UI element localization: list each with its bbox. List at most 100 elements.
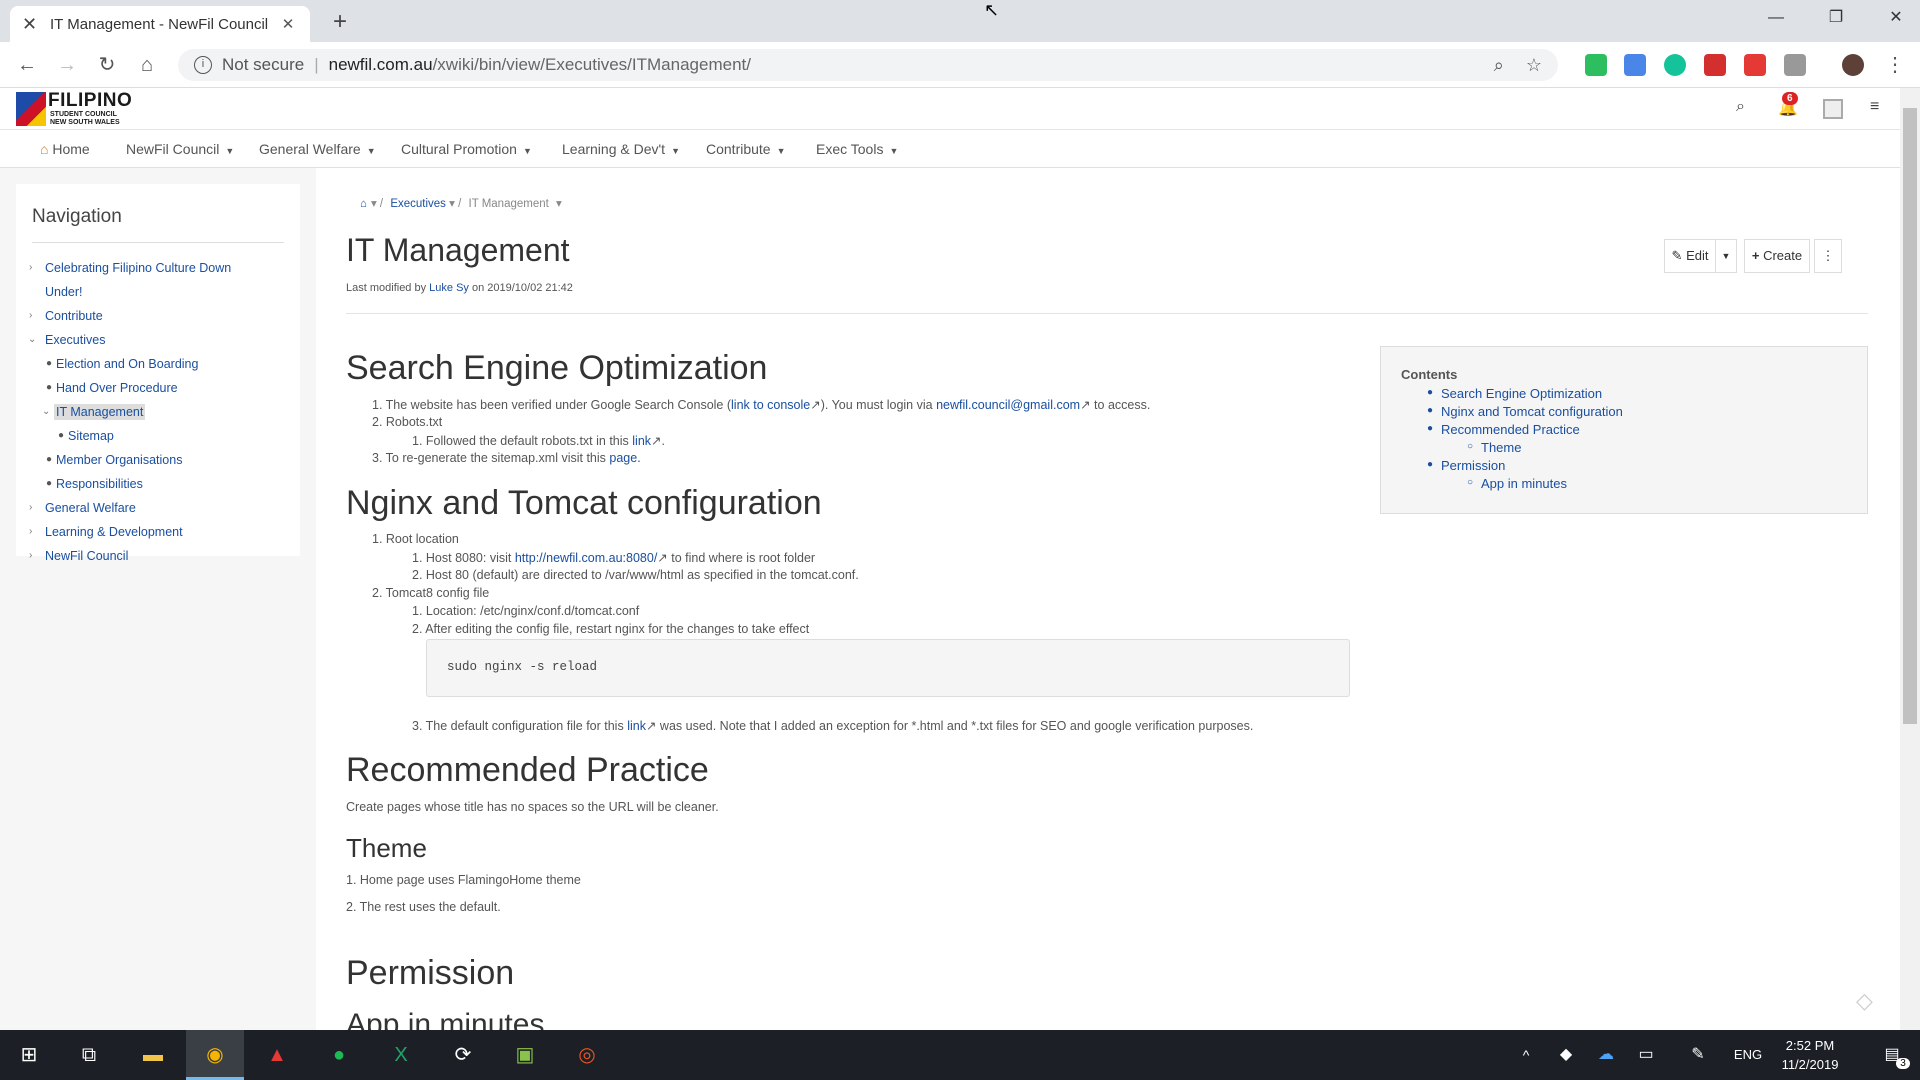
sitemap-page-link[interactable]: page. <box>609 451 640 465</box>
close-window-button[interactable]: ✕ <box>1866 0 1920 36</box>
tree-item-learning[interactable]: › Learning & Development <box>29 524 183 540</box>
nav-contribute[interactable]: Contribute ▼ <box>706 141 786 157</box>
create-button[interactable]: + Create <box>1744 239 1810 273</box>
hamburger-menu-icon[interactable]: ≡ <box>1870 98 1879 116</box>
scrollbar-thumb[interactable] <box>1903 108 1917 724</box>
link-to-console[interactable]: link to console <box>731 398 810 412</box>
pdf-extension-icon[interactable] <box>1744 54 1766 76</box>
home-icon[interactable]: ⌂ <box>360 198 367 210</box>
search-icon[interactable]: ⌕ <box>1736 98 1745 116</box>
info-icon[interactable]: i <box>194 56 212 74</box>
nav-home[interactable]: ⌂ Home <box>40 141 90 157</box>
action-center-icon[interactable]: ▤ <box>1870 1030 1914 1080</box>
edit-dropdown-button[interactable]: ▼ <box>1715 239 1737 273</box>
tree-item-it-management[interactable]: ⌄ IT Management <box>32 404 146 420</box>
tree-item-newfil-council[interactable]: › NewFil Council <box>29 548 128 564</box>
toc-item-seo[interactable]: ● Search Engine Optimization <box>1427 386 1602 401</box>
nav-general-welfare[interactable]: General Welfare ▼ <box>259 141 376 157</box>
task-view-icon[interactable]: ⧉ <box>60 1030 118 1080</box>
minimize-button[interactable]: — <box>1746 0 1806 36</box>
more-vertical-icon: ⋮ <box>1821 248 1835 263</box>
more-actions-button[interactable]: ⋮ <box>1814 239 1842 273</box>
navigation-panel: Navigation › Celebrating Filipino Culture… <box>16 184 300 563</box>
address-bar[interactable]: i Not secure | newfil.com.au /xwiki/bin/… <box>178 49 1558 81</box>
new-tab-button[interactable]: + <box>326 8 354 36</box>
toc-item-permission[interactable]: ● Permission <box>1427 458 1505 473</box>
ubuntu-icon[interactable]: ◎ <box>558 1030 616 1080</box>
host-8080-link[interactable]: http://newfil.com.au:8080/ <box>515 551 657 565</box>
tray-chevron-icon[interactable]: ^ <box>1508 1030 1544 1080</box>
chrome-icon[interactable]: ◉ <box>186 1030 244 1080</box>
nginx-line-2b: 2. After editing the config file, restar… <box>412 622 810 636</box>
logo-title: FILIPINO <box>48 90 133 111</box>
chevron-right-icon: › <box>29 550 33 561</box>
zoom-icon[interactable]: ⌕ <box>1494 55 1504 76</box>
chevron-down-icon: ⌄ <box>28 334 37 345</box>
heading-app-in-minutes: App in minutes <box>346 1008 545 1030</box>
file-explorer-icon[interactable]: ▬ <box>124 1030 182 1080</box>
tree-item-general-welfare[interactable]: › General Welfare <box>29 500 136 516</box>
browser-titlebar: ✕ IT Management - NewFil Council ✕ + — ❐… <box>0 0 1920 42</box>
acrobat-icon[interactable]: ▲ <box>248 1030 306 1080</box>
onedrive-icon[interactable]: ☁ <box>1588 1030 1624 1080</box>
nav-cultural-promotion[interactable]: Cultural Promotion ▼ <box>401 141 532 157</box>
home-icon[interactable]: ⌂ <box>132 50 162 80</box>
toc-item-theme[interactable]: ○ Theme <box>1467 440 1521 455</box>
tree-item-executives[interactable]: ⌄ Executives <box>28 332 105 348</box>
nav-newfil-council[interactable]: NewFil Council ▼ <box>126 141 234 157</box>
breadcrumb: ⌂ ▾ / Executives ▾ / IT Management ▾ <box>360 198 562 210</box>
evernote-extension-icon[interactable] <box>1585 54 1607 76</box>
edit-shortcut-icon[interactable]: ◇ <box>1856 988 1873 1014</box>
site-logo[interactable]: FILIPINO STUDENT COUNCIL NEW SOUTH WALES <box>16 90 142 128</box>
default-config-link[interactable]: link <box>627 719 646 733</box>
profile-avatar-icon[interactable] <box>1842 54 1864 76</box>
code-block: sudo nginx -s reload <box>426 639 1350 697</box>
nav-learning-dev[interactable]: Learning & Dev't ▼ <box>562 141 680 157</box>
back-icon[interactable]: ← <box>12 50 42 80</box>
tree-item-celebrating[interactable]: › Celebrating Filipino Culture Down <box>29 260 231 276</box>
restore-button[interactable]: ❐ <box>1806 0 1866 36</box>
clock-time[interactable]: 2:52 PM <box>1760 1038 1860 1053</box>
tree-item-contribute[interactable]: › Contribute <box>29 308 103 324</box>
user-avatar[interactable] <box>1823 99 1843 119</box>
clock-date[interactable]: 11/2/2019 <box>1760 1057 1860 1072</box>
email-link[interactable]: newfil.council@gmail.com <box>936 398 1080 412</box>
sync-app-icon[interactable]: ⟳ <box>434 1030 492 1080</box>
edit-button[interactable]: ✎ Edit <box>1664 239 1716 273</box>
mendeley-extension-icon[interactable] <box>1704 54 1726 76</box>
tree-item-member-organisations[interactable]: ● Member Organisations <box>32 452 182 468</box>
windows-start-icon[interactable]: ⊞ <box>0 1030 58 1080</box>
browser-tab[interactable]: ✕ IT Management - NewFil Council ✕ <box>10 6 310 42</box>
tab-close-icon[interactable]: ✕ <box>278 15 298 33</box>
tree-item-handover[interactable]: ● Hand Over Procedure <box>32 380 178 396</box>
caret-down-icon: ▼ <box>366 146 376 156</box>
author-link[interactable]: Luke Sy <box>429 282 469 294</box>
breadcrumb-executives[interactable]: Executives <box>390 198 446 210</box>
caret-down-icon: ▼ <box>1721 251 1731 261</box>
dropbox-icon[interactable]: ◆ <box>1548 1030 1584 1080</box>
toc-item-nginx[interactable]: ● Nginx and Tomcat configuration <box>1427 404 1623 419</box>
tree-item-responsibilities[interactable]: ● Responsibilities <box>32 476 143 492</box>
browser-menu-icon[interactable]: ⋮ <box>1880 50 1910 80</box>
excel-icon[interactable]: X <box>372 1030 430 1080</box>
tree-item-celebrating-cont[interactable]: Under! <box>45 284 83 300</box>
image-app-icon[interactable]: ▣ <box>496 1030 554 1080</box>
tree-item-sitemap[interactable]: ● Sitemap <box>32 428 114 444</box>
forward-icon[interactable]: → <box>52 50 82 80</box>
battery-icon[interactable]: ▭ <box>1628 1030 1664 1080</box>
theme-line-1: 1. Home page uses FlamingoHome theme <box>346 873 581 887</box>
toc-item-practice[interactable]: ● Recommended Practice <box>1427 422 1580 437</box>
reader-extension-icon[interactable] <box>1784 54 1806 76</box>
reload-icon[interactable]: ↻ <box>92 50 122 80</box>
bookmark-star-icon[interactable]: ☆ <box>1526 55 1542 76</box>
url-host: newfil.com.au <box>328 55 433 74</box>
nav-exec-tools[interactable]: Exec Tools ▼ <box>816 141 898 157</box>
navigation-divider <box>32 242 284 243</box>
grammarly-extension-icon[interactable] <box>1664 54 1686 76</box>
spotify-icon[interactable]: ● <box>310 1030 368 1080</box>
robots-link[interactable]: link <box>632 434 651 448</box>
translate-extension-icon[interactable] <box>1624 54 1646 76</box>
toc-item-app-in-minutes[interactable]: ○ App in minutes <box>1467 476 1567 491</box>
tree-item-election[interactable]: ● Election and On Boarding <box>32 356 198 372</box>
pen-icon[interactable]: ✎ <box>1680 1030 1716 1080</box>
